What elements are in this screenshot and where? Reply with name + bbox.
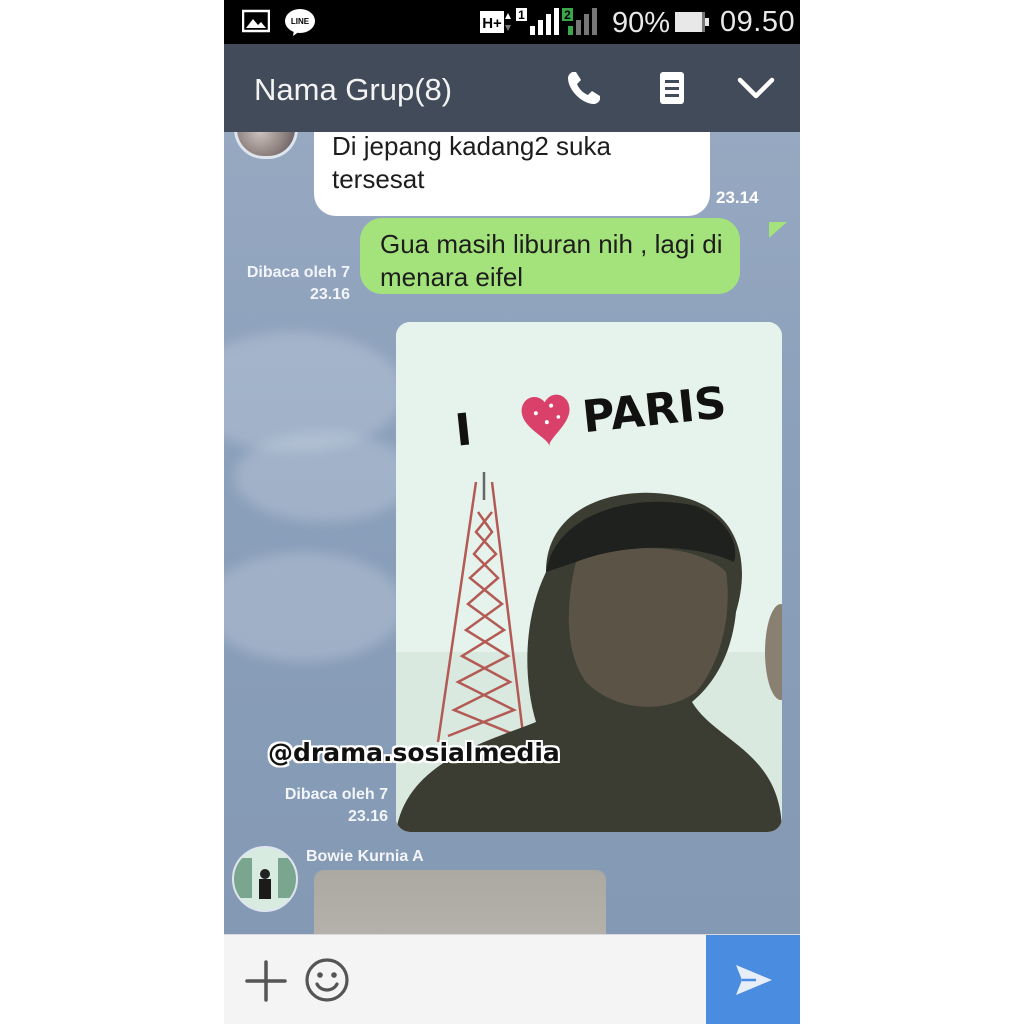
avatar[interactable] <box>234 132 298 159</box>
battery-icon <box>675 12 709 32</box>
read-receipt: Dibaca oleh 7 23.16 <box>264 784 388 828</box>
background-cloud <box>224 552 404 662</box>
chat-area[interactable]: Di jepang kadang2 suka tersesat 23.14 Di… <box>224 132 800 934</box>
emoji-icon[interactable] <box>304 957 350 1003</box>
avatar-image <box>234 848 296 910</box>
chevron-down-icon[interactable] <box>736 68 776 108</box>
sim2-label: 2 <box>564 8 571 22</box>
message-timestamp: 23.16 <box>347 808 388 825</box>
battery-level-fill <box>675 12 702 32</box>
signal-icon: 1 <box>516 8 559 35</box>
read-count: Dibaca oleh 7 <box>246 264 350 281</box>
send-icon <box>736 965 772 995</box>
watermark-text: @drama.sosialmedia <box>268 738 560 767</box>
message-text-line: tersesat <box>332 164 425 194</box>
message-text: Di jepang kadang2 suka tersesat <box>332 132 611 196</box>
read-count: Dibaca oleh 7 <box>284 786 388 803</box>
received-message-bubble[interactable]: Di jepang kadang2 suka tersesat <box>314 132 710 216</box>
signal-icon-sim2: 2 <box>562 8 597 35</box>
background-cloud <box>234 432 414 522</box>
sender-name: Bowie Kurnia A <box>306 848 424 865</box>
sent-message-bubble[interactable]: Gua masih liburan nih , lagi di menara e… <box>360 218 740 294</box>
group-title[interactable]: Nama Grup(8) <box>254 72 452 108</box>
message-timestamp: 23.16 <box>309 286 350 303</box>
message-text-line: menara eifel <box>380 262 524 292</box>
avatar[interactable] <box>232 846 298 912</box>
chat-header: Nama Grup(8) <box>224 44 800 132</box>
message-text-line: Gua masih liburan nih , lagi di <box>380 229 723 259</box>
network-label: H+ <box>482 15 502 32</box>
phone-screen: LINE H+ 1 2 90% 09.50 Nama Grup(8) Di je… <box>224 0 800 1024</box>
received-image-message[interactable] <box>314 870 606 934</box>
phone-icon[interactable] <box>564 68 604 108</box>
status-bar: LINE H+ 1 2 90% 09.50 <box>224 0 800 44</box>
line-badge-text: LINE <box>291 17 310 26</box>
sim1-label: 1 <box>518 8 525 22</box>
message-text-line: Di jepang kadang2 suka <box>332 132 611 161</box>
gallery-icon <box>242 9 270 33</box>
line-icon: LINE <box>285 9 315 36</box>
message-input-bar <box>224 934 800 1024</box>
battery-percentage: 90% <box>612 7 671 39</box>
send-button[interactable] <box>706 935 800 1024</box>
bubble-tail <box>769 222 787 238</box>
hplus-network-icon: H+ <box>480 11 511 33</box>
clock: 09.50 <box>720 6 796 38</box>
plus-icon[interactable] <box>244 959 288 1003</box>
read-receipt: Dibaca oleh 7 23.16 <box>242 262 350 306</box>
message-text: Gua masih liburan nih , lagi di menara e… <box>380 228 723 294</box>
message-timestamp: 23.14 <box>716 188 759 207</box>
note-icon[interactable] <box>652 68 692 108</box>
